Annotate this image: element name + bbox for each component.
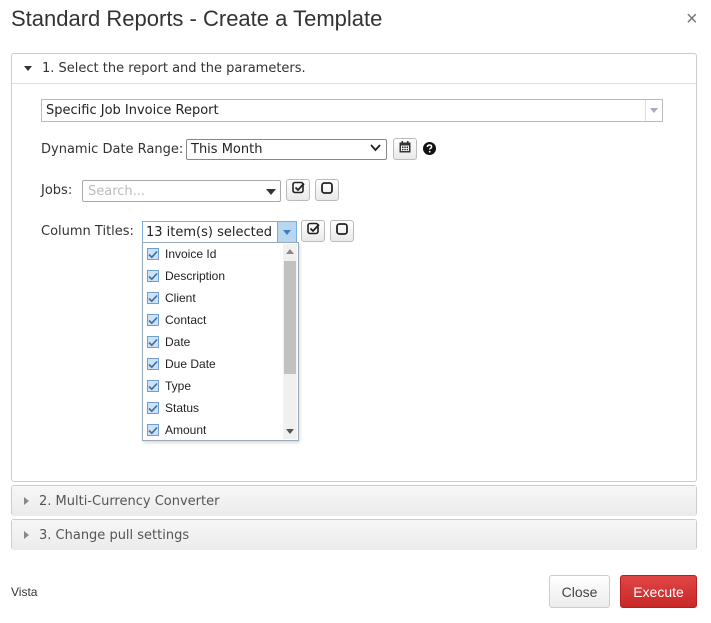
empty-square-icon xyxy=(336,222,348,240)
dropdown-arrow-icon[interactable] xyxy=(645,100,662,121)
list-item[interactable]: Contact xyxy=(147,309,206,331)
list-item[interactable]: Amount xyxy=(147,419,207,440)
expand-triangle-icon xyxy=(24,66,32,71)
section-title-3: 3. Change pull settings xyxy=(39,527,190,543)
empty-square-icon xyxy=(321,181,333,199)
chevron-down-icon xyxy=(370,142,381,155)
jobs-select-all-button[interactable] xyxy=(286,179,310,201)
section-pull-settings: 3. Change pull settings xyxy=(11,519,697,550)
list-item-label: Client xyxy=(165,291,196,305)
dropdown-arrow-icon[interactable] xyxy=(277,222,296,242)
list-item[interactable]: Status xyxy=(147,397,199,419)
list-item[interactable]: Description xyxy=(147,265,225,287)
question-circle-icon[interactable] xyxy=(423,142,436,160)
section-header-3[interactable]: 3. Change pull settings xyxy=(12,520,696,550)
list-item-label: Description xyxy=(165,269,226,283)
jobs-placeholder: Search... xyxy=(88,184,146,199)
checkbox-checked-icon[interactable] xyxy=(147,292,159,304)
list-item-label: Invoice Id xyxy=(165,247,217,261)
list-item[interactable]: Due Date xyxy=(147,353,216,375)
list-item[interactable]: Invoice Id xyxy=(147,243,216,265)
date-range-label: Dynamic Date Range: xyxy=(41,142,184,157)
report-select-value: Specific Job Invoice Report xyxy=(46,103,219,118)
execute-button[interactable]: Execute xyxy=(620,575,697,608)
check-square-icon xyxy=(306,222,320,240)
list-item-label: Status xyxy=(165,401,200,415)
calendar-button[interactable] xyxy=(393,138,417,160)
section-header-1[interactable]: 1. Select the report and the parameters. xyxy=(12,54,696,84)
checkbox-checked-icon[interactable] xyxy=(147,380,159,392)
caret-down-icon xyxy=(266,189,276,195)
scrollbar-thumb[interactable] xyxy=(284,261,296,374)
dialog-title: Standard Reports - Create a Template xyxy=(11,6,383,31)
checkbox-checked-icon[interactable] xyxy=(147,270,159,282)
calendar-icon xyxy=(399,140,411,158)
list-item[interactable]: Type xyxy=(147,375,191,397)
column-titles-label: Column Titles: xyxy=(41,224,134,239)
scroll-down-arrow-icon[interactable] xyxy=(286,429,294,434)
collapse-triangle-icon xyxy=(24,497,29,505)
footer-note: Vista xyxy=(11,585,38,599)
checkbox-checked-icon[interactable] xyxy=(147,314,159,326)
check-square-icon xyxy=(291,181,305,199)
columns-select-all-button[interactable] xyxy=(301,220,325,242)
checkbox-checked-icon[interactable] xyxy=(147,336,159,348)
close-icon[interactable]: × xyxy=(686,9,698,29)
dropdown-scrollbar[interactable] xyxy=(283,244,297,439)
section-title-1: 1. Select the report and the parameters. xyxy=(42,61,306,76)
collapse-triangle-icon xyxy=(24,531,29,539)
list-item[interactable]: Date xyxy=(147,331,190,353)
jobs-clear-button[interactable] xyxy=(315,179,339,201)
close-button[interactable]: Close xyxy=(549,575,610,608)
section-multi-currency: 2. Multi-Currency Converter xyxy=(11,485,697,516)
report-select[interactable]: Specific Job Invoice Report xyxy=(41,99,663,122)
columns-clear-button[interactable] xyxy=(330,220,354,242)
jobs-label: Jobs: xyxy=(41,183,73,198)
date-range-value: This Month xyxy=(191,142,263,157)
list-item-label: Type xyxy=(165,379,192,393)
checkbox-checked-icon[interactable] xyxy=(147,358,159,370)
column-titles-select[interactable]: 13 item(s) selected xyxy=(142,221,297,243)
list-item-label: Date xyxy=(165,335,191,349)
column-titles-dropdown: Invoice Id Description Client Contact Da… xyxy=(142,242,299,441)
list-item-label: Contact xyxy=(165,313,207,327)
column-titles-summary: 13 item(s) selected xyxy=(146,225,272,240)
list-item-label: Amount xyxy=(165,423,207,437)
section-header-2[interactable]: 2. Multi-Currency Converter xyxy=(12,486,696,516)
checkbox-checked-icon[interactable] xyxy=(147,424,159,436)
date-range-select[interactable]: This Month xyxy=(186,139,387,160)
checkbox-checked-icon[interactable] xyxy=(147,248,159,260)
list-item-label: Due Date xyxy=(165,357,216,371)
scroll-up-arrow-icon[interactable] xyxy=(286,249,294,254)
checkbox-checked-icon[interactable] xyxy=(147,402,159,414)
jobs-search-select[interactable]: Search... xyxy=(82,180,281,202)
section-title-2: 2. Multi-Currency Converter xyxy=(39,493,220,509)
list-item[interactable]: Client xyxy=(147,287,196,309)
